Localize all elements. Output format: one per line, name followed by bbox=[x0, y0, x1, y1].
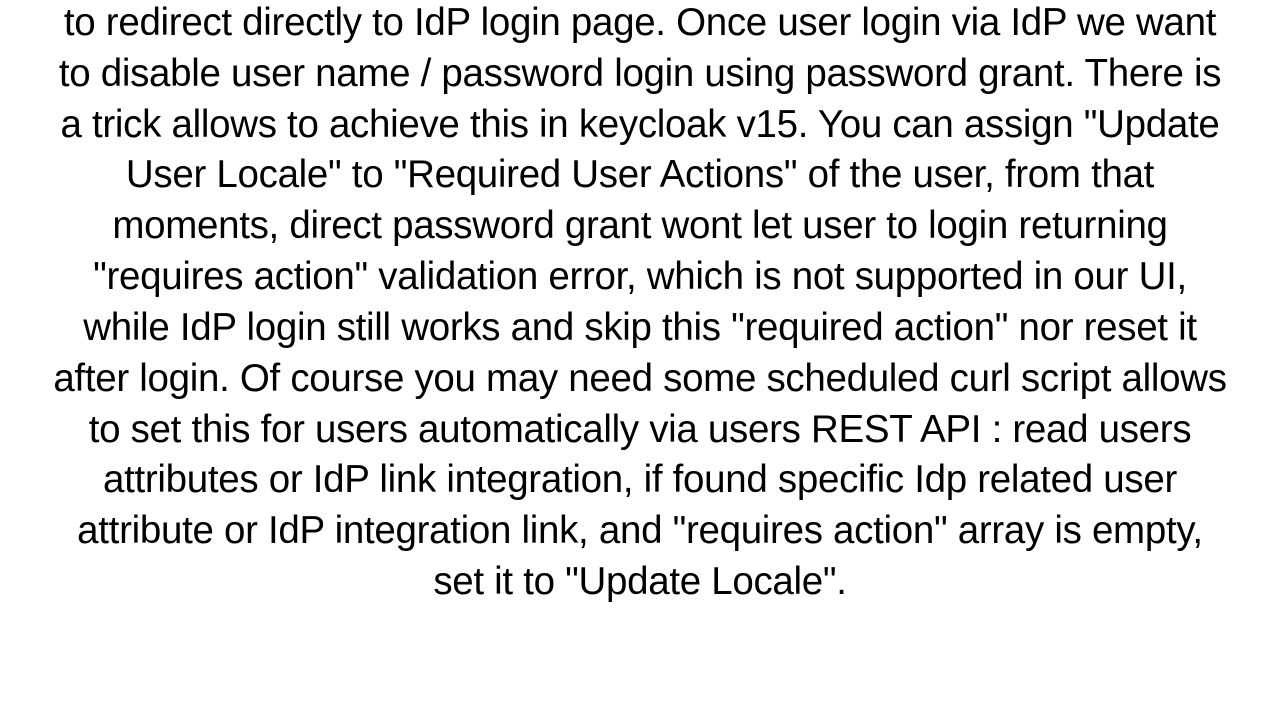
document-viewport: to redirect directly to IdP login page. … bbox=[0, 0, 1280, 720]
body-paragraph: to redirect directly to IdP login page. … bbox=[50, 0, 1230, 608]
